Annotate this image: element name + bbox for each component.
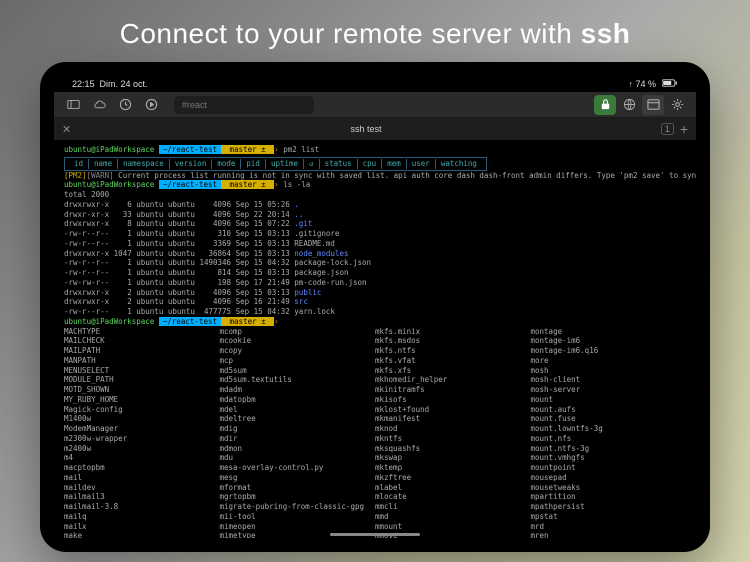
- tab-count-badge[interactable]: 1: [661, 123, 674, 135]
- sidebar-toggle-button[interactable]: [62, 95, 84, 115]
- ipad-screen: 22:15 Dim. 24 oct. ↑ 74 %: [54, 76, 696, 538]
- globe-icon[interactable]: [618, 95, 640, 115]
- tab-title[interactable]: ssh test: [77, 124, 655, 134]
- ios-statusbar: 22:15 Dim. 24 oct. ↑ 74 %: [54, 76, 696, 92]
- terminal-tabbar: ✕ ssh test 1 +: [54, 118, 696, 140]
- play-button[interactable]: [140, 95, 162, 115]
- app-toolbar: #react: [54, 92, 696, 118]
- settings-icon[interactable]: [666, 95, 688, 115]
- terminal-output[interactable]: ubuntu@iPadWorkspace ~/react-test master…: [54, 140, 696, 538]
- add-tab-button[interactable]: +: [680, 121, 688, 137]
- lock-icon[interactable]: [594, 95, 616, 115]
- battery-icon: [662, 79, 678, 89]
- clock-icon[interactable]: [114, 95, 136, 115]
- close-tab-button[interactable]: ✕: [62, 123, 71, 136]
- hero-title: Connect to your remote server with ssh: [0, 0, 750, 64]
- search-field[interactable]: #react: [174, 96, 314, 114]
- home-indicator[interactable]: [330, 533, 420, 536]
- ipad-frame: 22:15 Dim. 24 oct. ↑ 74 %: [40, 62, 710, 552]
- window-icon[interactable]: [642, 95, 664, 115]
- cloud-icon[interactable]: [88, 95, 110, 115]
